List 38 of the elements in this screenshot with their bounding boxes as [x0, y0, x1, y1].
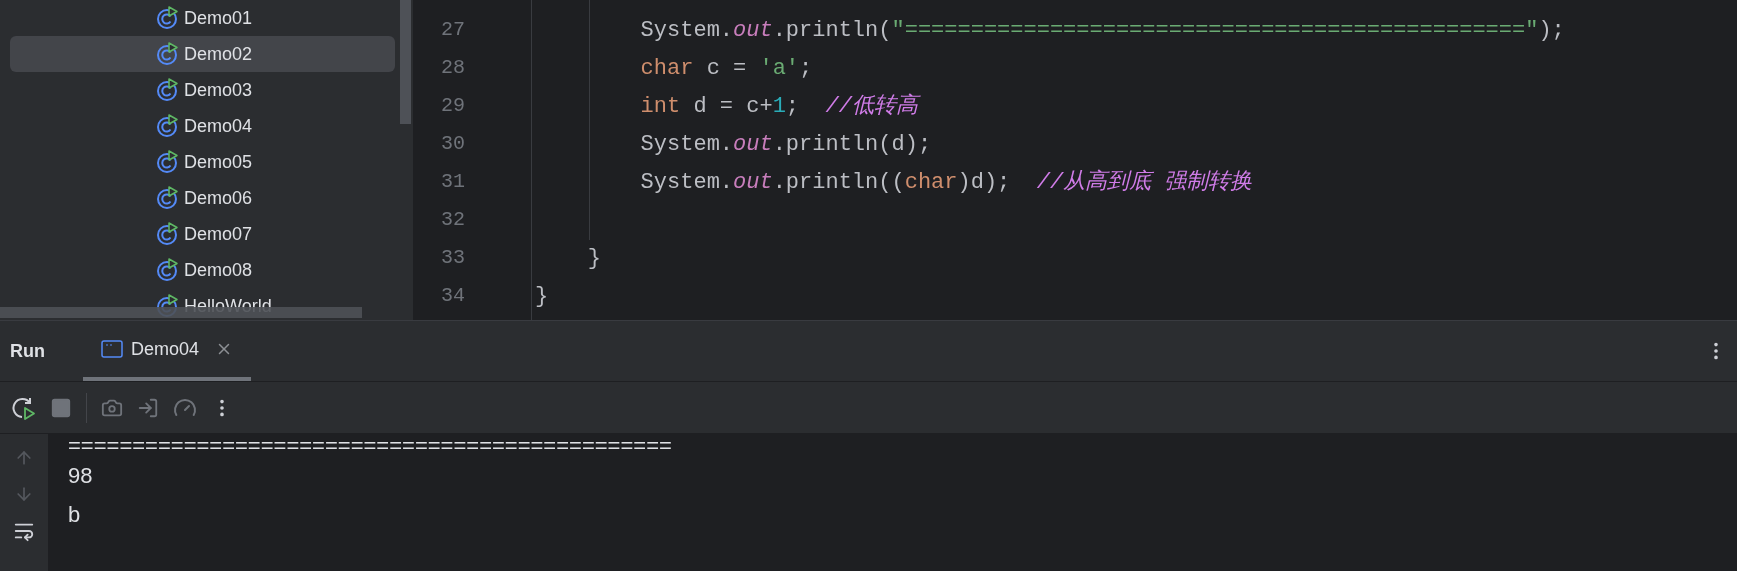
class-icon	[156, 222, 180, 246]
tree-item[interactable]: Demo06	[10, 180, 395, 216]
class-icon	[156, 78, 180, 102]
line-number: 33	[440, 245, 465, 271]
code-line: System.out.println("===============================================");	[639, 16, 1565, 45]
stop-icon[interactable]	[50, 396, 72, 419]
tree-item[interactable]: Demo03	[10, 72, 395, 108]
line-number: 28	[440, 55, 465, 81]
panel-title: Run	[10, 339, 45, 363]
console-icon	[101, 339, 123, 359]
line-number: 31	[440, 169, 465, 195]
code-line: char c = 'a';	[639, 54, 813, 83]
tree-item[interactable]: Demo08	[10, 252, 395, 288]
line-number: 34	[440, 283, 465, 309]
code-line: }	[535, 282, 549, 311]
tree-item[interactable]: Demo05	[10, 144, 395, 180]
class-icon	[156, 42, 180, 66]
line-number: 30	[440, 131, 465, 157]
line-number: 32	[440, 207, 465, 233]
scrollbar[interactable]	[400, 0, 411, 124]
class-icon	[156, 114, 180, 138]
console-line: b	[68, 501, 82, 529]
class-icon	[156, 6, 180, 30]
class-icon	[156, 186, 180, 210]
class-icon	[156, 258, 180, 282]
code-line: }	[586, 244, 601, 273]
line-number: 29	[440, 93, 465, 119]
tree-item[interactable]: Demo01	[10, 0, 395, 36]
code-line: System.out.println(d);	[639, 130, 932, 159]
import-icon[interactable]	[137, 396, 159, 419]
tree-item[interactable]: Demo04	[10, 108, 395, 144]
line-number: 27	[440, 17, 465, 43]
code-line: System.out.println((char)d); //从高到底 强制转换	[639, 168, 1253, 197]
class-icon	[156, 150, 180, 174]
console-line: ===============================================	[68, 434, 673, 456]
console-line: 98	[68, 462, 94, 490]
tree-item[interactable]: Demo02	[10, 36, 395, 72]
tree-item[interactable]: Demo07	[10, 216, 395, 252]
